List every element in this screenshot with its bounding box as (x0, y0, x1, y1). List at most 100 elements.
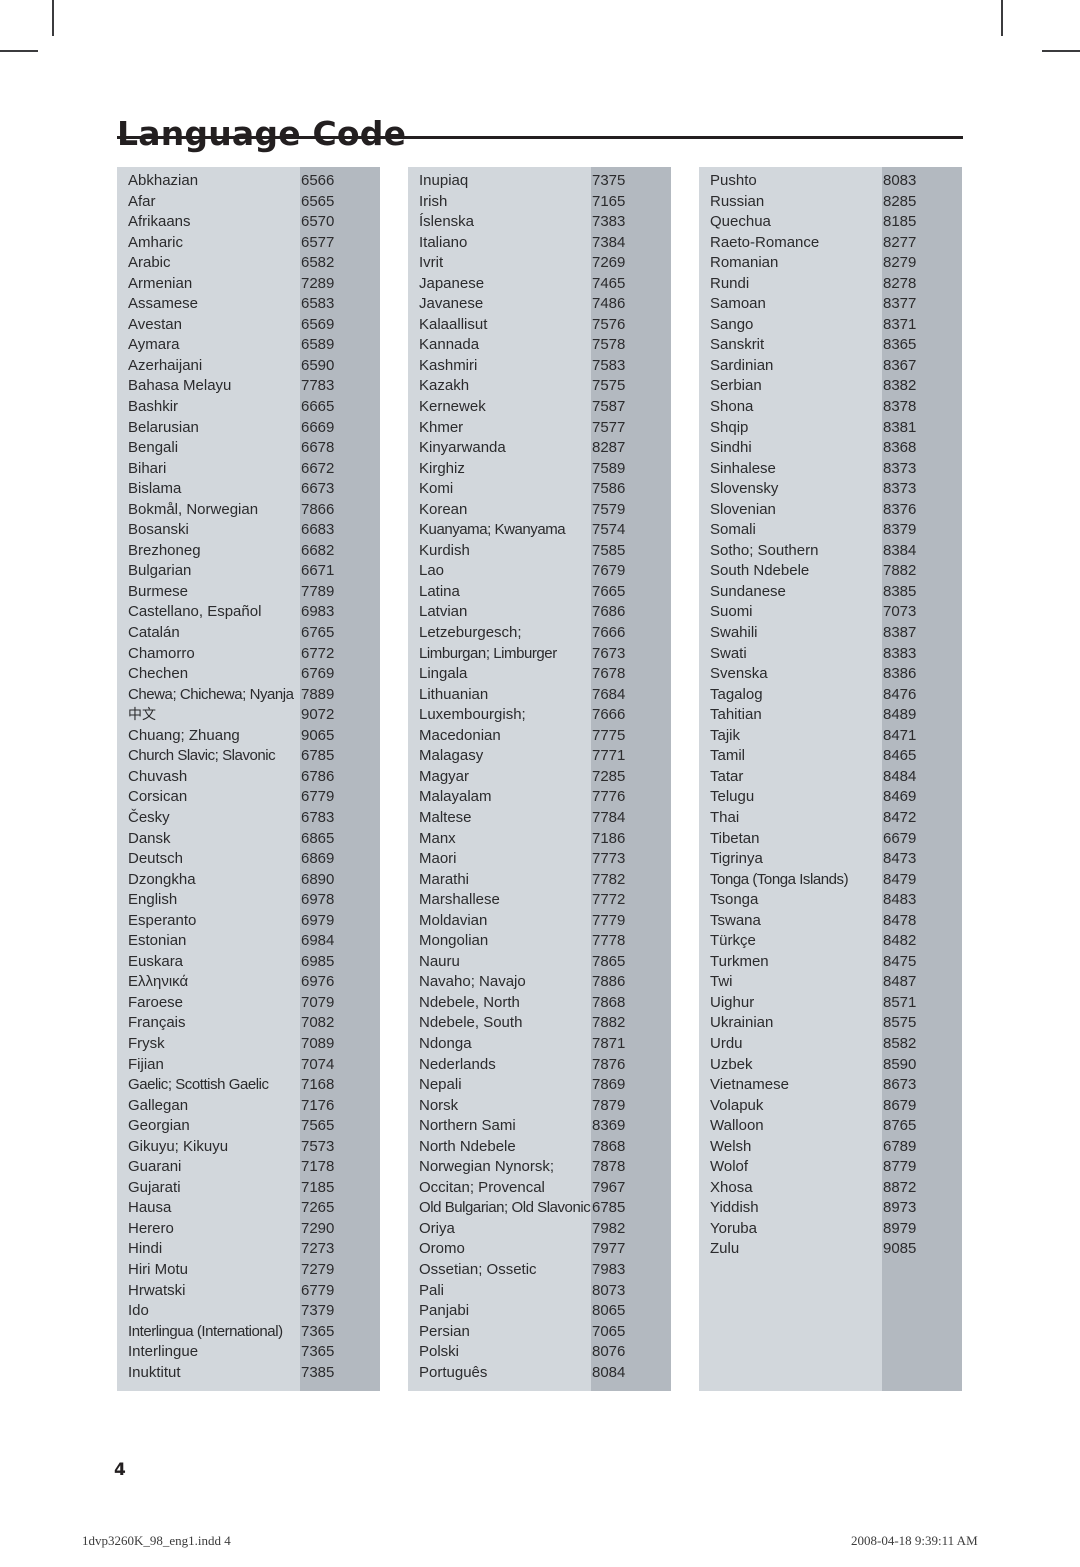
table-row: Tibetan 6679 (699, 829, 962, 850)
language-code: 6665 (301, 398, 335, 416)
language-code: 8285 (883, 192, 917, 210)
language-name: South Ndebele (710, 562, 810, 580)
table-row: Pushto 8083 (699, 171, 962, 192)
language-code: 6671 (301, 562, 335, 580)
language-name: Tibetan (710, 829, 760, 847)
table-row: Bulgarian 6671 (117, 561, 380, 582)
table-row: Belarusian 6669 (117, 418, 380, 439)
table-row: Dansk 6865 (117, 829, 380, 850)
language-name: Maori (419, 850, 457, 868)
language-name: Français (128, 1014, 186, 1032)
language-code: 8673 (883, 1076, 917, 1094)
language-code: 7783 (301, 377, 335, 395)
table-row: Interlingue 7365 (117, 1342, 380, 1363)
table-row: Gallegan 7176 (117, 1096, 380, 1117)
language-name: Ελληνικά (128, 973, 189, 991)
language-name: Javanese (419, 295, 484, 313)
table-row: Kuanyama; Kwanyama 7574 (408, 520, 671, 541)
table-row: Slovensky 8373 (699, 479, 962, 500)
language-code: 7079 (301, 993, 335, 1011)
language-code: 8073 (592, 1281, 626, 1299)
language-code: 8382 (883, 377, 917, 395)
page-title: Language Code (117, 114, 407, 154)
language-name: Česky (128, 808, 170, 826)
table-row: Zulu 9085 (699, 1239, 962, 1260)
table-row: Tswana 8478 (699, 911, 962, 932)
table-row: Latina 7665 (408, 582, 671, 603)
language-code: 6772 (301, 644, 335, 662)
language-name: Chuvash (128, 767, 188, 785)
table-row: Faroese 7079 (117, 993, 380, 1014)
language-code: 7178 (301, 1158, 335, 1176)
table-row: Guarani 7178 (117, 1157, 380, 1178)
table-row: Ido 7379 (117, 1301, 380, 1322)
table-row: Azerhaijani 6590 (117, 356, 380, 377)
language-name: Norwegian Nynorsk; (419, 1158, 555, 1176)
table-row: Marathi 7782 (408, 870, 671, 891)
table-row: Kinyarwanda 8287 (408, 438, 671, 459)
table-row: Marshallese 7772 (408, 890, 671, 911)
language-code: 8387 (883, 624, 917, 642)
language-name: Bulgarian (128, 562, 192, 580)
language-code: 7065 (592, 1322, 626, 1340)
language-code: 7983 (592, 1260, 626, 1278)
language-name: Türkçe (710, 932, 756, 950)
language-name: Persian (419, 1322, 470, 1340)
language-name: Gaelic; Scottish Gaelic (128, 1076, 269, 1094)
table-row: Bengali 6678 (117, 438, 380, 459)
table-row: Sotho; Southern 8384 (699, 541, 962, 562)
table-row: Kannada 7578 (408, 335, 671, 356)
table-row: Abkhazian 6566 (117, 171, 380, 192)
language-code: 7778 (592, 932, 626, 950)
language-name: Chuang; Zhuang (128, 726, 240, 744)
language-code: 7185 (301, 1178, 335, 1196)
language-code: 6765 (301, 624, 335, 642)
language-code: 8365 (883, 336, 917, 354)
language-name: Dzongkha (128, 870, 196, 888)
language-code: 8376 (883, 500, 917, 518)
language-code: 6673 (301, 480, 335, 498)
table-row: Chechen 6769 (117, 664, 380, 685)
language-name: Tatar (710, 767, 744, 785)
language-code: 7269 (592, 254, 626, 272)
language-name: Lingala (419, 665, 468, 683)
language-name: Japanese (419, 274, 485, 292)
language-code: 6785 (592, 1199, 626, 1217)
table-row: Frysk 7089 (117, 1034, 380, 1055)
language-code: 7871 (592, 1034, 626, 1052)
language-code: 7579 (592, 500, 626, 518)
language-name: Tsonga (710, 891, 759, 909)
table-row: Macedonian 7775 (408, 726, 671, 747)
table-row: Kirghiz 7589 (408, 459, 671, 480)
table-row: Russian 8285 (699, 192, 962, 213)
language-name: Chewa; Chichewa; Nyanja (128, 685, 294, 703)
language-name: Navaho; Navajo (419, 973, 526, 991)
language-name: Limburgan; Limburger (419, 644, 557, 662)
table-row: Swahili 8387 (699, 623, 962, 644)
language-code: 6590 (301, 356, 335, 374)
language-code: 8571 (883, 993, 917, 1011)
language-name: Íslenska (419, 213, 475, 231)
language-name: Gallegan (128, 1096, 189, 1114)
language-code: 7073 (883, 603, 917, 621)
language-name: Tajik (710, 726, 741, 744)
table-row: Inupiaq 7375 (408, 171, 671, 192)
table-row: Ossetian; Ossetic 7983 (408, 1260, 671, 1281)
language-name: Kinyarwanda (419, 439, 506, 457)
language-code: 8469 (883, 788, 917, 806)
language-code: 7679 (592, 562, 626, 580)
table-row: Quechua 8185 (699, 212, 962, 233)
table-row: Hiri Motu 7279 (117, 1260, 380, 1281)
language-code: 8065 (592, 1302, 626, 1320)
language-code: 7773 (592, 850, 626, 868)
table-row: Twi 8487 (699, 972, 962, 993)
language-name: Panjabi (419, 1302, 470, 1320)
table-row: Burmese 7789 (117, 582, 380, 603)
language-name: Frysk (128, 1034, 165, 1052)
table-row: Thai 8472 (699, 808, 962, 829)
language-code: 7578 (592, 336, 626, 354)
language-name: Moldavian (419, 911, 488, 929)
language-name: Samoan (710, 295, 766, 313)
language-code: 7775 (592, 726, 626, 744)
table-row: Interlingua (International) 7365 (117, 1322, 380, 1343)
